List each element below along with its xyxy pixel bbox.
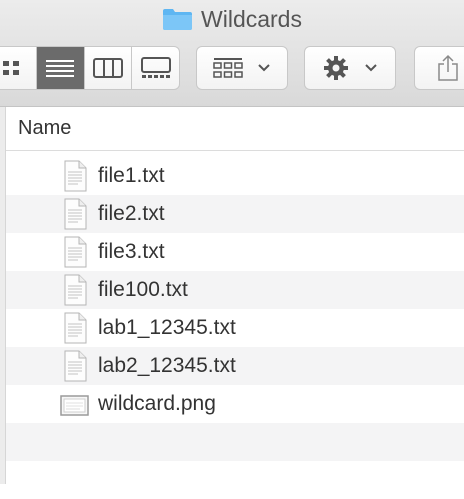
column-view-icon	[92, 58, 123, 78]
chevron-down-icon	[258, 64, 270, 72]
file-name: file2.txt	[98, 202, 165, 225]
name-column-header[interactable]: Name	[6, 107, 464, 151]
text-file-icon	[64, 236, 87, 268]
file-name: file1.txt	[98, 164, 165, 187]
icon-view-button[interactable]	[0, 47, 37, 89]
view-mode-control	[0, 46, 180, 90]
group-grid-icon	[213, 58, 243, 78]
file-name: lab2_12345.txt	[98, 354, 236, 377]
group-by-button[interactable]	[196, 46, 288, 90]
file-row[interactable]: file3.txt	[6, 233, 464, 271]
list-view-button[interactable]	[36, 47, 85, 89]
text-file-icon	[64, 198, 87, 230]
share-icon	[438, 54, 458, 81]
text-file-icon	[64, 350, 87, 382]
icon-view-icon	[3, 61, 20, 75]
file-list: file1.txt file2.txt file3.txt file100.txt la…	[6, 157, 464, 499]
action-button[interactable]	[304, 46, 396, 90]
image-file-icon	[60, 395, 89, 416]
file-name: wildcard.png	[98, 392, 216, 415]
window-title-text: Wildcards	[201, 5, 302, 32]
text-file-icon	[64, 160, 87, 192]
file-name: file100.txt	[98, 278, 188, 301]
chevron-down-icon	[365, 64, 377, 72]
column-view-button[interactable]	[85, 47, 133, 89]
window-toolbar: Wildcards	[0, 0, 464, 107]
gallery-view-button[interactable]	[132, 47, 179, 89]
text-file-icon	[64, 274, 87, 306]
gallery-view-icon	[140, 57, 171, 78]
file-name: lab1_12345.txt	[98, 316, 236, 339]
gear-icon	[324, 56, 348, 80]
file-row[interactable]: file100.txt	[6, 271, 464, 309]
file-row[interactable]: file2.txt	[6, 195, 464, 233]
list-view-icon	[46, 60, 75, 77]
folder-icon	[163, 9, 193, 30]
empty-row	[6, 423, 464, 461]
file-row[interactable]: wildcard.png	[6, 385, 464, 423]
empty-row	[6, 461, 464, 499]
file-name: file3.txt	[98, 240, 165, 263]
text-file-icon	[64, 312, 87, 344]
file-row[interactable]: lab2_12345.txt	[6, 347, 464, 385]
file-row[interactable]: file1.txt	[6, 157, 464, 195]
window-title: Wildcards	[0, 4, 464, 34]
file-row[interactable]: lab1_12345.txt	[6, 309, 464, 347]
column-header-label: Name	[18, 117, 72, 139]
share-button[interactable]	[414, 46, 464, 90]
